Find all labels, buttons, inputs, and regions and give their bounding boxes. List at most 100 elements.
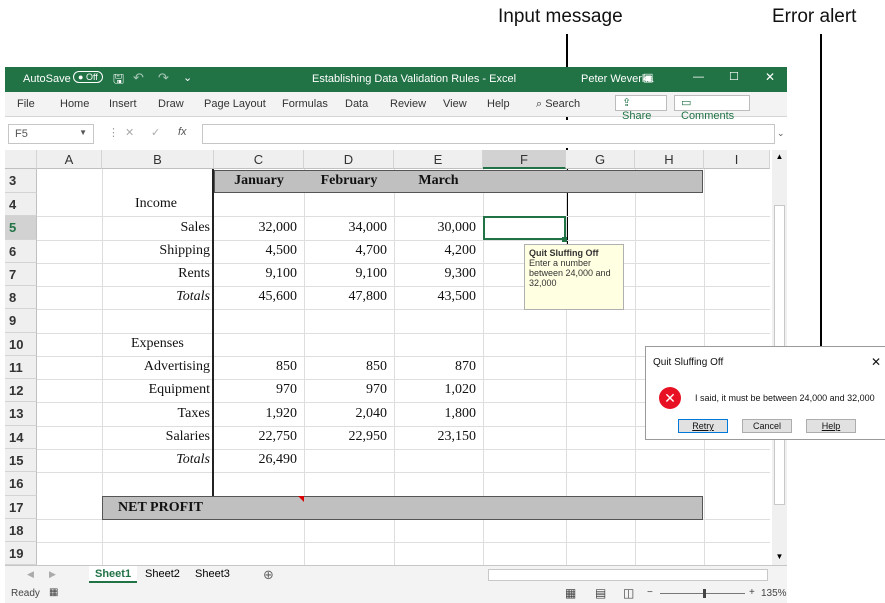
tab-help[interactable]: Help xyxy=(487,98,510,110)
zoom-in-icon[interactable]: + xyxy=(749,587,755,598)
macro-record-icon[interactable]: ▦ xyxy=(49,587,58,598)
column-header-c[interactable]: C xyxy=(214,150,304,169)
row-header-15[interactable]: 15 xyxy=(5,449,37,472)
retry-button[interactable]: Retry xyxy=(678,419,728,433)
income-label: Income xyxy=(135,196,177,211)
dialog-close-icon[interactable]: ✕ xyxy=(871,355,881,369)
close-icon[interactable]: ✕ xyxy=(765,70,775,84)
tab-insert[interactable]: Insert xyxy=(109,98,137,110)
page-layout-view-icon[interactable]: ▤ xyxy=(595,586,606,600)
tab-review[interactable]: Review xyxy=(390,98,426,110)
row-header-10[interactable]: 10 xyxy=(5,333,37,356)
scroll-down-icon[interactable]: ▼ xyxy=(773,550,786,564)
month-header-february: February xyxy=(320,173,378,188)
tab-file[interactable]: File xyxy=(17,98,35,110)
cancel-button[interactable]: Cancel xyxy=(742,419,792,433)
comments-button[interactable]: ▭ Comments xyxy=(674,95,750,122)
sheet-tab-3[interactable]: Sheet3 xyxy=(195,568,230,580)
column-header-h[interactable]: H xyxy=(635,150,704,169)
row-header-13[interactable]: 13 xyxy=(5,402,37,426)
row-header-16[interactable]: 16 xyxy=(5,472,37,496)
expense-totals-label: Totals xyxy=(176,452,210,467)
autosave-toggle[interactable]: ● Off xyxy=(69,71,103,83)
name-box[interactable]: F5 ▼ xyxy=(8,124,94,144)
horizontal-scrollbar[interactable] xyxy=(488,569,768,581)
undo-icon[interactable]: ↶ xyxy=(133,70,144,86)
column-header-g[interactable]: G xyxy=(566,150,635,169)
column-header-a[interactable]: A xyxy=(37,150,102,169)
gridline xyxy=(37,309,770,310)
insert-function-icon[interactable]: fx xyxy=(178,126,187,138)
column-header-d[interactable]: D xyxy=(304,150,394,169)
income-value: 32,000 xyxy=(258,220,298,235)
scroll-up-icon[interactable]: ▲ xyxy=(773,150,786,164)
maximize-icon[interactable]: ☐ xyxy=(729,70,739,83)
fill-handle[interactable] xyxy=(562,237,567,242)
expense-value: 1,800 xyxy=(444,406,477,421)
column-header-e[interactable]: E xyxy=(394,150,483,169)
expand-formula-bar-icon[interactable]: ⌄ xyxy=(777,128,785,139)
row-header-6[interactable]: 6 xyxy=(5,240,37,263)
tab-scroll-right-icon[interactable]: ▶ xyxy=(49,569,56,580)
sheet-tab-2[interactable]: Sheet2 xyxy=(145,568,180,580)
search-icon: ⌕ xyxy=(536,98,546,110)
zoom-out-icon[interactable]: − xyxy=(647,587,653,598)
row-header-17[interactable]: 17 xyxy=(5,496,37,519)
add-sheet-icon[interactable]: ⊕ xyxy=(263,567,274,583)
row-header-18[interactable]: 18 xyxy=(5,519,37,542)
tab-scroll-left-icon[interactable]: ◀ xyxy=(27,569,34,580)
income-row-label: Shipping xyxy=(159,243,210,258)
minimize-icon[interactable]: — xyxy=(693,71,704,83)
customize-qat-icon[interactable]: ⌄ xyxy=(183,71,192,84)
save-icon[interactable]: 🖫 xyxy=(113,70,124,92)
row-header-11[interactable]: 11 xyxy=(5,356,37,379)
income-value: 4,200 xyxy=(444,243,477,258)
tab-view[interactable]: View xyxy=(443,98,467,110)
active-cell-f5[interactable] xyxy=(483,216,566,240)
zoom-slider-thumb[interactable] xyxy=(703,589,706,598)
row-header-7[interactable]: 7 xyxy=(5,263,37,286)
page-break-view-icon[interactable]: ◫ xyxy=(623,586,634,600)
tab-home[interactable]: Home xyxy=(60,98,89,110)
row-header-9[interactable]: 9 xyxy=(5,309,37,333)
zoom-level[interactable]: 135% xyxy=(761,588,787,599)
sheet-tab-1[interactable]: Sheet1 xyxy=(89,566,138,583)
help-button[interactable]: Help xyxy=(806,419,856,433)
month-header-march: March xyxy=(418,173,459,188)
search-box[interactable]: ⌕ Search xyxy=(536,98,580,111)
expense-value: 23,150 xyxy=(437,429,477,444)
select-all-corner[interactable] xyxy=(5,150,37,169)
ribbon-display-icon[interactable]: ▣ xyxy=(643,71,653,84)
window-title: Establishing Data Validation Rules - Exc… xyxy=(312,73,517,85)
enter-entry-icon[interactable]: ✓ xyxy=(151,126,160,139)
share-button[interactable]: ⇪ Share xyxy=(615,95,667,122)
dialog-title: Quit Sluffing Off xyxy=(653,357,724,368)
row-header-12[interactable]: 12 xyxy=(5,379,37,402)
tab-page-layout[interactable]: Page Layout xyxy=(204,98,266,110)
normal-view-icon[interactable]: ▦ xyxy=(565,586,576,600)
row-header-8[interactable]: 8 xyxy=(5,286,37,309)
row-header-3[interactable]: 3 xyxy=(5,169,37,193)
income-totals-label: Totals xyxy=(176,289,210,304)
label-column-border xyxy=(212,169,214,496)
tab-formulas[interactable]: Formulas xyxy=(282,98,328,110)
row-header-19[interactable]: 19 xyxy=(5,542,37,565)
income-value: 9,300 xyxy=(444,266,477,281)
sheet-tab-bar: ◀ ▶ Sheet1 Sheet2 Sheet3 ⊕ xyxy=(5,565,787,585)
column-header-i[interactable]: I xyxy=(704,150,770,169)
column-header-f[interactable]: F xyxy=(483,150,566,169)
formula-input[interactable] xyxy=(202,124,775,144)
redo-icon[interactable]: ↷ xyxy=(158,70,169,86)
month-header-january: January xyxy=(234,173,284,188)
row-header-5[interactable]: 5 xyxy=(5,216,37,240)
expense-value: 22,750 xyxy=(258,429,298,444)
column-header-b[interactable]: B xyxy=(102,150,214,169)
tab-data[interactable]: Data xyxy=(345,98,368,110)
income-total: 43,500 xyxy=(437,289,477,304)
tab-draw[interactable]: Draw xyxy=(158,98,184,110)
row-header-4[interactable]: 4 xyxy=(5,193,37,216)
cancel-entry-icon[interactable]: ✕ xyxy=(125,126,134,139)
colon-handle-icon[interactable]: ⋮ xyxy=(108,126,119,139)
error-alert-leader-line xyxy=(820,34,822,364)
row-header-14[interactable]: 14 xyxy=(5,426,37,449)
